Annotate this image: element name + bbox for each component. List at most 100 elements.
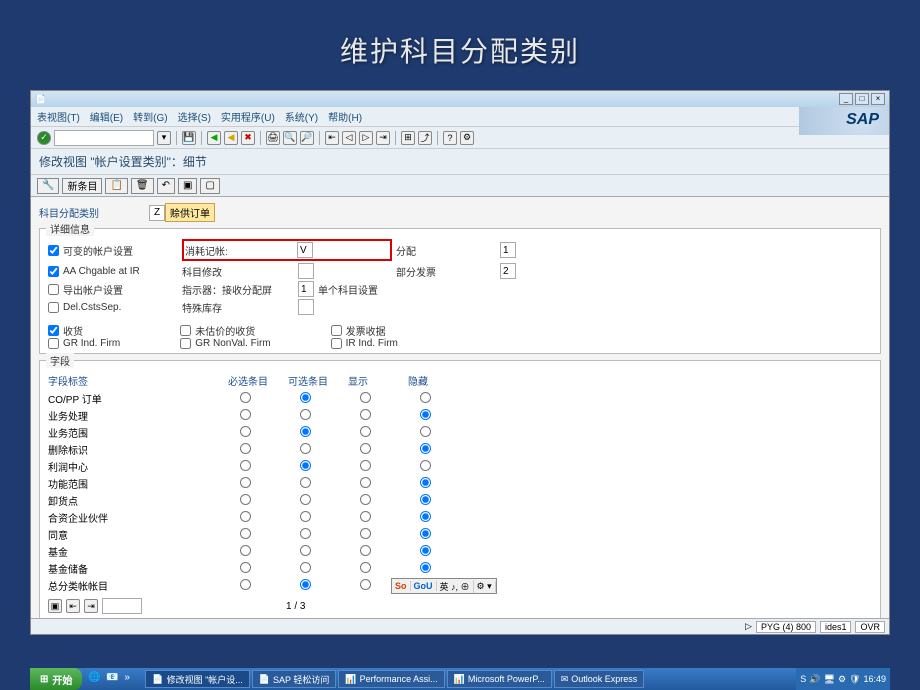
shortcut-button[interactable]: ⤴ — [418, 131, 432, 145]
quick-launch-3[interactable]: » — [124, 672, 138, 686]
field-radio[interactable] — [420, 528, 431, 539]
ime-menu[interactable]: ⚙ ▾ — [474, 581, 496, 592]
field-radio[interactable] — [300, 477, 311, 488]
field-radio[interactable] — [300, 579, 311, 590]
expand-button[interactable]: 🔧 — [37, 178, 59, 194]
taskbar-item-1[interactable]: 📄SAP 轻松访问 — [252, 670, 337, 688]
position-button[interactable]: ▣ — [48, 599, 62, 613]
field-radio[interactable] — [360, 409, 371, 420]
back-button[interactable]: ◀ — [207, 131, 221, 145]
field-radio[interactable] — [420, 409, 431, 420]
field-radio[interactable] — [420, 511, 431, 522]
field-radio[interactable] — [300, 562, 311, 573]
cancel-button[interactable]: ✖ — [241, 131, 255, 145]
field-radio[interactable] — [240, 562, 251, 573]
chk-receipt[interactable] — [48, 325, 59, 336]
quick-launch-2[interactable]: 📧 — [106, 672, 120, 686]
field-radio[interactable] — [240, 460, 251, 471]
status-triangle-icon[interactable]: ▷ — [745, 621, 752, 633]
tray-icon-3[interactable]: 🖥 — [824, 674, 835, 685]
save-button[interactable]: 💾 — [182, 131, 196, 145]
field-radio[interactable] — [420, 426, 431, 437]
menu-utilities[interactable]: 实用程序(U) — [221, 109, 275, 124]
maximize-button[interactable]: □ — [855, 93, 869, 105]
field-radio[interactable] — [300, 494, 311, 505]
field-radio[interactable] — [420, 392, 431, 403]
field-radio[interactable] — [240, 426, 251, 437]
chk-gr-ind-firm[interactable] — [48, 338, 59, 349]
command-field[interactable] — [54, 130, 154, 146]
taskbar-item-2[interactable]: 📊Performance Assi... — [338, 670, 444, 688]
field-radio[interactable] — [360, 562, 371, 573]
distribution-input[interactable] — [500, 242, 516, 258]
select-button[interactable]: ▣ — [178, 178, 197, 194]
field-radio[interactable] — [360, 443, 371, 454]
first-row-button[interactable]: ⇤ — [66, 599, 80, 613]
field-radio[interactable] — [360, 545, 371, 556]
dropdown-button[interactable]: ▾ — [157, 131, 171, 145]
field-radio[interactable] — [420, 477, 431, 488]
partial-invoice-input[interactable] — [500, 263, 516, 279]
field-radio[interactable] — [240, 443, 251, 454]
field-radio[interactable] — [360, 528, 371, 539]
enter-button[interactable]: ✓ — [37, 131, 51, 145]
menu-table-view[interactable]: 表视图(T) — [37, 109, 80, 124]
field-radio[interactable] — [300, 426, 311, 437]
find-next-button[interactable]: 🔎 — [300, 131, 314, 145]
next-page-button[interactable]: ▷ — [359, 131, 373, 145]
field-radio[interactable] — [420, 545, 431, 556]
field-radio[interactable] — [360, 426, 371, 437]
field-radio[interactable] — [240, 545, 251, 556]
menu-help[interactable]: 帮助(H) — [328, 109, 362, 124]
field-radio[interactable] — [360, 511, 371, 522]
deselect-button[interactable]: ▢ — [200, 178, 219, 194]
field-radio[interactable] — [240, 392, 251, 403]
last-page-button[interactable]: ⇥ — [376, 131, 390, 145]
field-radio[interactable] — [360, 460, 371, 471]
chk-del[interactable] — [48, 302, 59, 313]
new-entry-button[interactable]: 新条目 — [62, 178, 102, 194]
field-radio[interactable] — [300, 409, 311, 420]
find-button[interactable]: 🔍 — [283, 131, 297, 145]
layout-button[interactable]: ⚙ — [460, 131, 474, 145]
delete-button[interactable]: 🗑 — [131, 178, 154, 194]
menu-goto[interactable]: 转到(G) — [133, 109, 167, 124]
category-code-input[interactable] — [149, 205, 165, 221]
taskbar-item-4[interactable]: ✉Outlook Express — [554, 670, 645, 688]
tray-icon-4[interactable]: ⚙ — [838, 674, 846, 685]
account-mod-input[interactable] — [298, 263, 314, 279]
close-button[interactable]: × — [871, 93, 885, 105]
position-input[interactable] — [102, 598, 142, 614]
field-radio[interactable] — [300, 460, 311, 471]
chk-variable[interactable] — [48, 245, 59, 256]
quick-launch-1[interactable]: 🌐 — [88, 672, 102, 686]
taskbar-item-3[interactable]: 📊Microsoft PowerP... — [447, 670, 552, 688]
tray-icon-2[interactable]: 🔊 — [809, 674, 820, 685]
tray-icon-1[interactable]: S — [800, 674, 806, 684]
first-page-button[interactable]: ⇤ — [325, 131, 339, 145]
minimize-button[interactable]: _ — [839, 93, 853, 105]
taskbar-item-0[interactable]: 📄修改视图 "帐户设... — [145, 670, 249, 688]
field-radio[interactable] — [240, 494, 251, 505]
field-radio[interactable] — [300, 511, 311, 522]
chk-ir-ind-firm[interactable] — [331, 338, 342, 349]
menu-system[interactable]: 系统(Y) — [285, 109, 318, 124]
prev-page-button[interactable]: ◁ — [342, 131, 356, 145]
help-button[interactable]: ? — [443, 131, 457, 145]
field-radio[interactable] — [360, 392, 371, 403]
field-radio[interactable] — [240, 579, 251, 590]
undo-button[interactable]: ↶ — [157, 178, 175, 194]
field-radio[interactable] — [360, 579, 371, 590]
menu-edit[interactable]: 编辑(E) — [90, 109, 123, 124]
field-radio[interactable] — [420, 494, 431, 505]
field-radio[interactable] — [360, 494, 371, 505]
start-button[interactable]: ⊞ 开始 — [30, 668, 82, 690]
copy-button[interactable]: 📋 — [105, 178, 127, 194]
field-radio[interactable] — [420, 562, 431, 573]
field-radio[interactable] — [420, 460, 431, 471]
field-radio[interactable] — [240, 528, 251, 539]
field-radio[interactable] — [240, 511, 251, 522]
indicator-input[interactable] — [298, 281, 314, 297]
field-radio[interactable] — [300, 443, 311, 454]
field-radio[interactable] — [300, 528, 311, 539]
